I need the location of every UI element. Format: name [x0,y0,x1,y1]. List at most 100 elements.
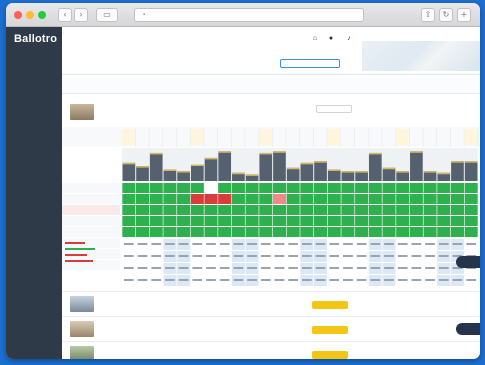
availability-cell[interactable] [313,205,328,215]
availability-cell[interactable] [245,227,259,237]
availability-cell[interactable] [396,205,410,215]
availability-cell[interactable] [231,216,245,226]
availability-cell[interactable] [327,194,341,204]
availability-cell[interactable] [327,216,341,226]
availability-cell[interactable] [286,227,300,237]
availability-cell[interactable] [163,205,177,215]
availability-cell[interactable] [341,205,355,215]
availability-cell[interactable] [122,194,136,204]
availability-cell[interactable] [368,183,382,193]
availability-cell[interactable] [313,183,328,193]
sidebar-item[interactable] [12,145,58,153]
sidebar-item[interactable] [12,178,58,186]
room-thumbnail[interactable] [70,321,94,337]
sidebar-item[interactable] [12,167,58,175]
availability-cell[interactable] [204,216,218,226]
availability-cell[interactable] [464,183,478,193]
availability-cell[interactable] [259,227,273,237]
availability-cell[interactable] [286,183,300,193]
availability-cell[interactable] [190,183,204,193]
sidebar-item[interactable] [12,189,58,197]
availability-cell[interactable] [204,227,218,237]
availability-cell[interactable] [437,205,451,215]
availability-cell[interactable] [313,194,328,204]
availability-cell[interactable] [259,194,273,204]
availability-cell[interactable] [368,205,382,215]
availability-cell[interactable] [409,227,423,237]
availability-cell[interactable] [355,216,369,226]
room-action-button[interactable] [312,326,348,334]
reload-button[interactable]: ↻ [439,8,453,22]
availability-cell[interactable] [149,216,163,226]
availability-cell[interactable] [437,216,451,226]
availability-cell[interactable] [382,183,396,193]
sidebar-item[interactable] [12,211,58,219]
availability-cell[interactable] [341,227,355,237]
availability-cell[interactable] [450,183,465,193]
availability-cell[interactable] [382,216,396,226]
availability-cell[interactable] [450,216,465,226]
availability-cell[interactable] [177,194,191,204]
new-tab-button[interactable]: + [457,8,471,22]
availability-cell[interactable] [177,227,191,237]
availability-cell[interactable] [313,227,328,237]
availability-cell[interactable] [313,216,328,226]
availability-cell[interactable] [286,194,300,204]
save-floating-button-2[interactable] [456,323,480,335]
availability-cell[interactable] [245,216,259,226]
availability-cell[interactable] [423,183,437,193]
availability-cell[interactable] [204,205,218,215]
availability-cell[interactable] [286,216,300,226]
availability-cell[interactable] [396,216,410,226]
availability-cell[interactable] [300,227,314,237]
availability-cell[interactable] [163,194,177,204]
availability-cell[interactable] [231,194,245,204]
availability-cell[interactable] [190,227,204,237]
availability-cell[interactable] [327,227,341,237]
availability-cell[interactable] [149,183,163,193]
availability-cell[interactable] [355,194,369,204]
close-window-button[interactable] [14,11,22,19]
availability-cell[interactable] [177,216,191,226]
calendar-day-header[interactable] [327,129,341,145]
availability-cell[interactable] [382,205,396,215]
availability-cell[interactable] [286,205,300,215]
availability-cell[interactable] [204,194,218,204]
share-button[interactable]: ⇧ [421,8,435,22]
availability-cell[interactable] [272,205,287,215]
availability-cell[interactable] [163,183,177,193]
availability-cell[interactable] [396,227,410,237]
sidebar-item[interactable] [12,233,58,241]
sidebar-item[interactable] [12,222,58,230]
calendar-day-header[interactable] [122,129,135,145]
availability-cell[interactable] [409,194,423,204]
availability-cell[interactable] [272,216,287,226]
availability-cell[interactable] [423,227,437,237]
availability-cell[interactable] [122,183,136,193]
sidebar-item[interactable] [12,57,58,65]
availability-cell[interactable] [368,227,382,237]
availability-cell[interactable] [368,216,382,226]
availability-cell[interactable] [300,194,314,204]
availability-cell[interactable] [355,227,369,237]
user-icon[interactable]: ● [326,35,336,49]
save-floating-button[interactable] [456,256,480,268]
availability-cell[interactable] [177,205,191,215]
availability-cell[interactable] [423,216,437,226]
calendar-day-header[interactable] [190,129,204,145]
availability-cell[interactable] [437,227,451,237]
availability-cell[interactable] [409,216,423,226]
availability-cell[interactable] [423,194,437,204]
availability-cell[interactable] [437,183,451,193]
availability-cell[interactable] [135,227,150,237]
room-thumbnail[interactable] [70,346,94,359]
room-action-button[interactable] [316,105,352,113]
back-button[interactable]: ‹ [58,8,72,22]
availability-cell[interactable] [122,227,136,237]
sidebar-item[interactable] [12,200,58,208]
availability-cell[interactable] [122,216,136,226]
availability-cell[interactable] [231,183,245,193]
availability-cell[interactable] [272,194,287,204]
availability-cell[interactable] [204,183,218,193]
maximize-window-button[interactable] [38,11,46,19]
